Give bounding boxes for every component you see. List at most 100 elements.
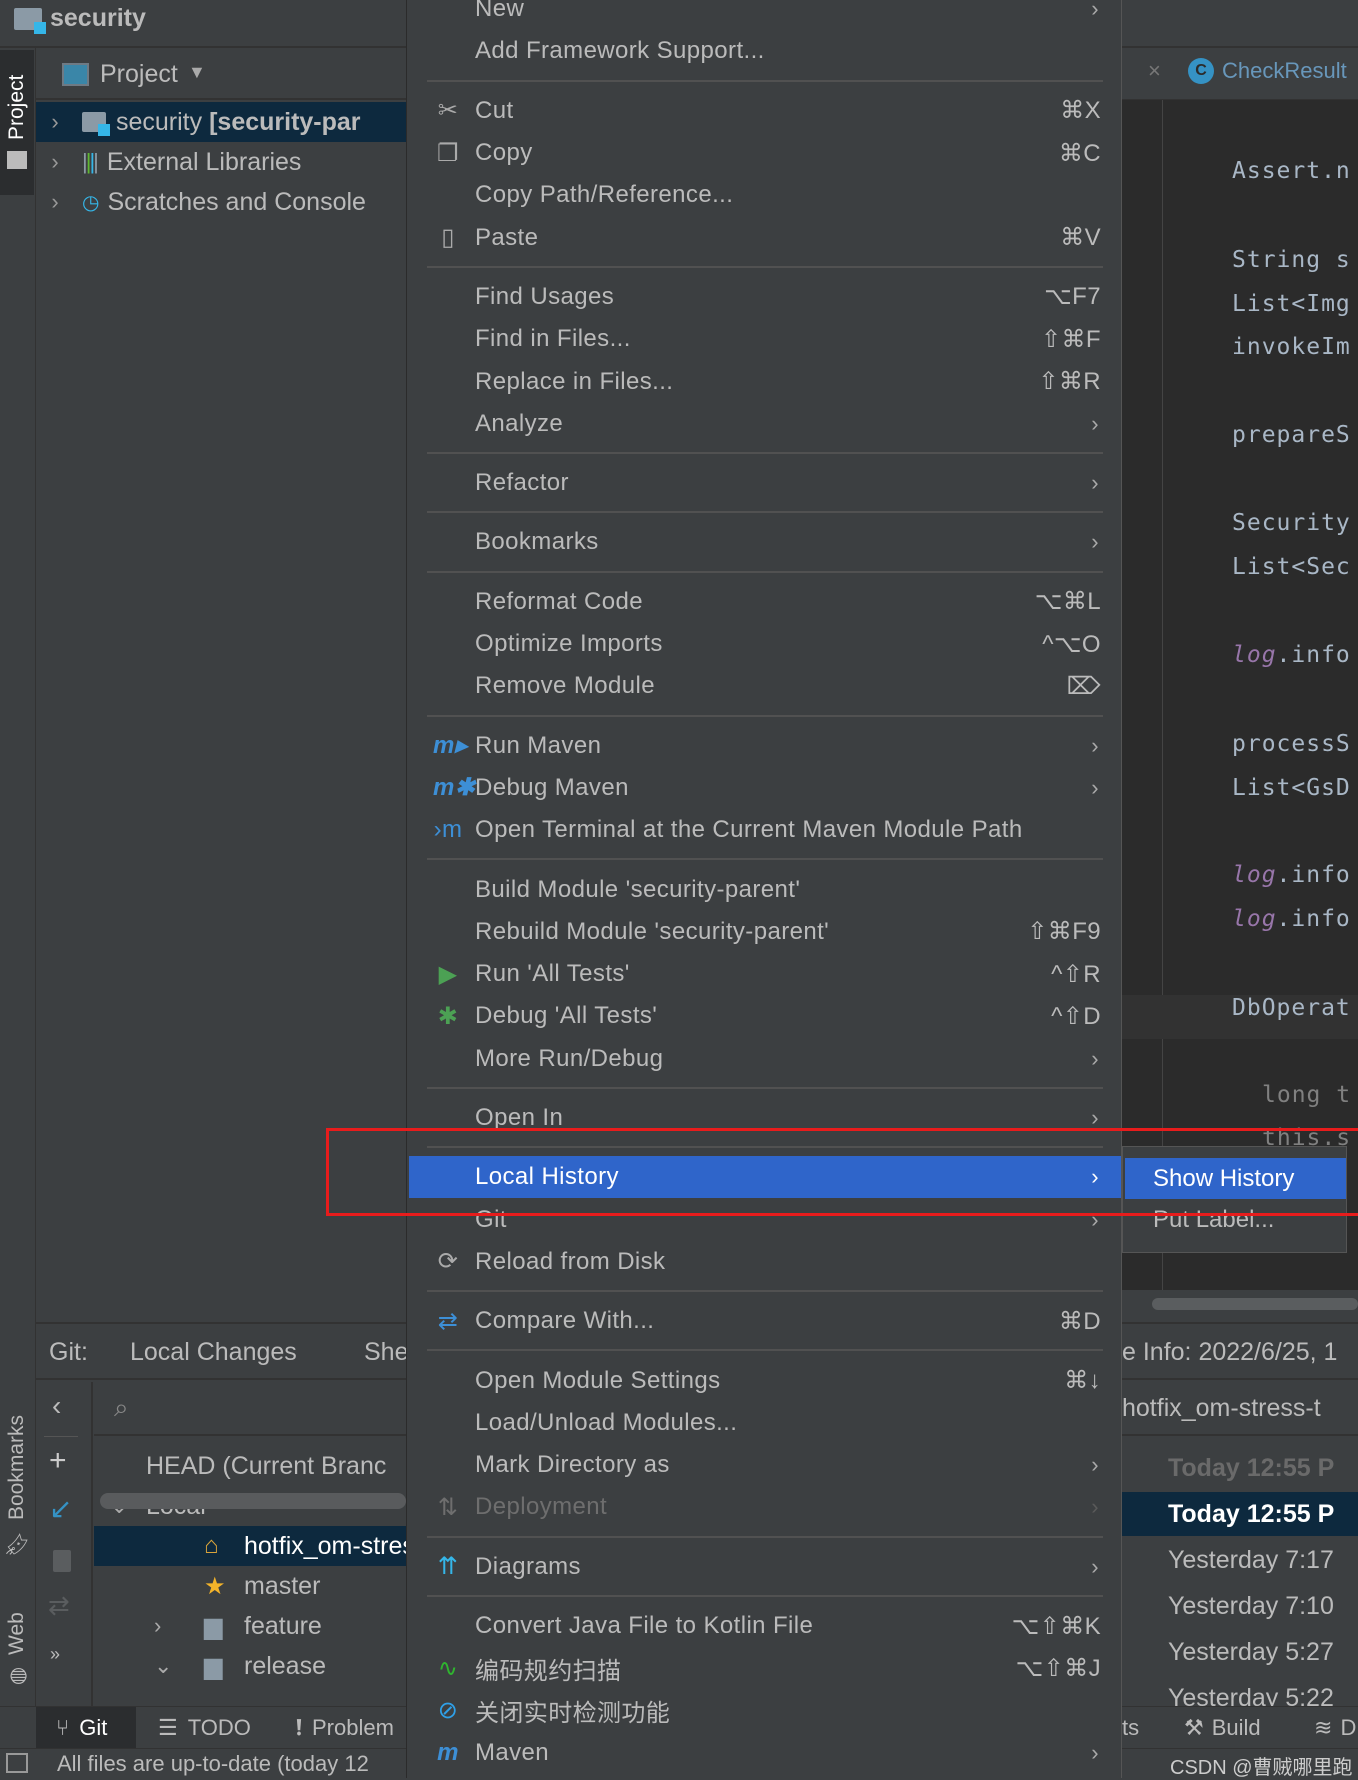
add-branch-icon[interactable]: +: [49, 1444, 67, 1478]
tab-bookmarks[interactable]: 🔖︎ Bookmarks: [0, 1406, 34, 1566]
branch-item[interactable]: ⌂ hotfix_om-stres: [94, 1526, 406, 1566]
close-tab-icon[interactable]: ×: [1148, 58, 1161, 84]
tab-web[interactable]: ◍ Web: [0, 1596, 34, 1706]
menu-item[interactable]: ⊘ 关闭实时检测功能: [409, 1690, 1121, 1732]
menu-item-load-unload-modules[interactable]: Load/Unload Modules...: [409, 1402, 1121, 1444]
menu-item[interactable]: ∿ 编码规约扫描 ⌥⇧⌘J: [409, 1647, 1121, 1689]
menu-item-paste[interactable]: ▯ Paste ⌘V: [409, 217, 1121, 259]
branch-search[interactable]: ⌕: [94, 1382, 406, 1436]
menu-item-label: Reformat Code: [475, 587, 643, 615]
context-menu: New › Add Framework Support... ✂ Cut ⌘X ❐ Copy ⌘…: [406, 0, 1122, 1778]
editor-tab-checkresult[interactable]: C CheckResult: [1188, 58, 1347, 84]
branch-item[interactable]: ⌄ ▆ release: [94, 1646, 406, 1686]
code-token: log: [1232, 906, 1277, 932]
menu-item-run-maven[interactable]: m▸ Run Maven ›: [409, 725, 1121, 767]
menu-item-debug-maven[interactable]: m✱ Debug Maven ›: [409, 767, 1121, 809]
tab-shelf[interactable]: She: [364, 1338, 408, 1367]
menu-item-find-in-files[interactable]: Find in Files... ⇧⌘F: [409, 318, 1121, 360]
code-line: long t: [1262, 1082, 1351, 1108]
tool-dependencies[interactable]: ≋ D: [1314, 1715, 1356, 1741]
commit-row[interactable]: Yesterday 5:27: [1122, 1630, 1358, 1674]
branch-tree-scrollbar[interactable]: [100, 1493, 406, 1509]
menu-item-replace-in-files[interactable]: Replace in Files... ⇧⌘R: [409, 360, 1121, 402]
chevron-down-icon[interactable]: ▼: [188, 62, 206, 83]
menu-item-diagrams[interactable]: ⇈ Diagrams ›: [409, 1546, 1121, 1588]
menu-item-more-run-debug[interactable]: More Run/Debug ›: [409, 1038, 1121, 1080]
menu-item-copy[interactable]: ❐ Copy ⌘C: [409, 132, 1121, 174]
branch-item[interactable]: ★ master: [94, 1566, 406, 1606]
tool-todo[interactable]: ☰ TODO: [158, 1715, 251, 1741]
menu-item-mark-directory-as[interactable]: Mark Directory as ›: [409, 1444, 1121, 1486]
menu-item-label: Remove Module: [475, 672, 655, 700]
commit-row[interactable]: Today 12:55 P: [1122, 1446, 1358, 1490]
menu-item-debug-all-tests[interactable]: ✱ Debug 'All Tests' ^⇧D: [409, 995, 1121, 1037]
shortcut-label: ⇧⌘F9: [1027, 918, 1101, 946]
chevron-down-icon[interactable]: ⌄: [154, 1653, 172, 1679]
tree-item-security[interactable]: › security [security-par: [36, 102, 406, 142]
editor-tab-bar: × C CheckResult: [1122, 48, 1358, 100]
menu-item-open-module-settings[interactable]: Open Module Settings ⌘↓: [409, 1359, 1121, 1401]
branch-item[interactable]: › ▆ feature: [94, 1606, 406, 1646]
menu-item-new[interactable]: New ›: [409, 0, 1121, 30]
chevron-right-icon: ›: [1091, 1739, 1099, 1765]
menu-item-open-terminal-at-the-current-maven-module-path[interactable]: ›m Open Terminal at the Current Maven Mod…: [409, 809, 1121, 851]
menu-item-find-usages[interactable]: Find Usages ⌥F7: [409, 276, 1121, 318]
menu-item-label: Add Framework Support...: [475, 37, 765, 65]
menu-item-bookmarks[interactable]: Bookmarks ›: [409, 521, 1121, 563]
compare-icon: ⇄: [437, 1307, 459, 1335]
branch-item[interactable]: HEAD (Current Branc: [94, 1446, 406, 1486]
commit-row[interactable]: Yesterday 7:17: [1122, 1538, 1358, 1582]
menu-item-label: Diagrams: [475, 1552, 581, 1580]
menu-item-run-all-tests[interactable]: ▶ Run 'All Tests' ^⇧R: [409, 953, 1121, 995]
project-view-selector[interactable]: Project: [100, 60, 178, 89]
tab-local-changes[interactable]: Local Changes: [130, 1338, 297, 1367]
tool-git[interactable]: ⑂ Git: [36, 1707, 136, 1749]
merge-arrows-icon[interactable]: ⇄: [48, 1590, 70, 1621]
menu-item-analyze[interactable]: Analyze ›: [409, 403, 1121, 445]
branch-label: hotfix_om-stres: [244, 1531, 406, 1560]
menu-item-optimize-imports[interactable]: Optimize Imports ^⌥O: [409, 623, 1121, 665]
menu-item-label: Copy: [475, 139, 533, 167]
commit-row[interactable]: Yesterday 7:10: [1122, 1584, 1358, 1628]
chevron-right-icon[interactable]: ›: [40, 189, 70, 215]
menu-item-rebuild-module-security-parent[interactable]: Rebuild Module 'security-parent' ⇧⌘F9: [409, 911, 1121, 953]
commit-row[interactable]: Today 12:55 P: [1122, 1492, 1358, 1536]
menu-item-remove-module[interactable]: Remove Module ⌦: [409, 665, 1121, 707]
more-icon[interactable]: »: [50, 1644, 60, 1665]
tab-project[interactable]: Project: [0, 50, 34, 195]
tool-problems[interactable]: ❗︎ Problem: [296, 1715, 394, 1741]
checkout-arrow-icon[interactable]: ↙: [49, 1492, 72, 1525]
code-token: invokeIm: [1232, 334, 1351, 360]
code-token: processS: [1232, 731, 1351, 757]
menu-item-label: Run 'All Tests': [475, 960, 630, 988]
collapse-left-icon[interactable]: ‹: [52, 1390, 61, 1422]
menu-item-reformat-code[interactable]: Reformat Code ⌥⌘L: [409, 581, 1121, 623]
menu-item-refactor[interactable]: Refactor ›: [409, 462, 1121, 504]
code-editor[interactable]: Assert.n String s List<Img invokeIm prepareS…: [1122, 100, 1358, 1290]
menu-item-compare-with[interactable]: ⇄ Compare With... ⌘D: [409, 1300, 1121, 1342]
branch-filter[interactable]: hotfix_om-stress-t: [1122, 1382, 1358, 1436]
menu-item-convert-java-file-to-kotlin-file[interactable]: Convert Java File to Kotlin File ⌥⇧⌘K: [409, 1605, 1121, 1647]
tool-partial-label[interactable]: ts: [1122, 1715, 1139, 1741]
chevron-right-icon[interactable]: ›: [154, 1613, 161, 1639]
maven-debug-icon: m✱: [433, 774, 476, 802]
menu-separator: [427, 511, 1103, 514]
menu-item-label: Debug Maven: [475, 773, 629, 801]
panel-toggle-icon[interactable]: [6, 1753, 28, 1773]
menu-item-maven[interactable]: m Maven ›: [409, 1732, 1121, 1774]
trash-icon[interactable]: [53, 1550, 71, 1572]
chevron-right-icon[interactable]: ›: [40, 149, 70, 175]
tree-item-external-libraries[interactable]: › |||| External Libraries: [36, 142, 406, 182]
menu-item-add-framework-support[interactable]: Add Framework Support...: [409, 30, 1121, 72]
chevron-right-icon[interactable]: ›: [40, 109, 70, 135]
tree-item-scratches[interactable]: › ◷ Scratches and Console: [36, 182, 406, 222]
menu-item-copy-path-reference[interactable]: Copy Path/Reference...: [409, 174, 1121, 216]
tool-build[interactable]: ⚒ Build: [1184, 1715, 1261, 1741]
commit-date: Yesterday 7:17: [1168, 1545, 1334, 1574]
code-line: log.info: [1232, 862, 1351, 888]
horizontal-scrollbar[interactable]: [1152, 1298, 1358, 1310]
menu-item-cut[interactable]: ✂ Cut ⌘X: [409, 90, 1121, 132]
menu-item-build-module-security-parent[interactable]: Build Module 'security-parent': [409, 868, 1121, 910]
menu-item-reload-from-disk[interactable]: ⟳ Reload from Disk: [409, 1241, 1121, 1283]
chevron-right-icon: ›: [1091, 774, 1099, 800]
